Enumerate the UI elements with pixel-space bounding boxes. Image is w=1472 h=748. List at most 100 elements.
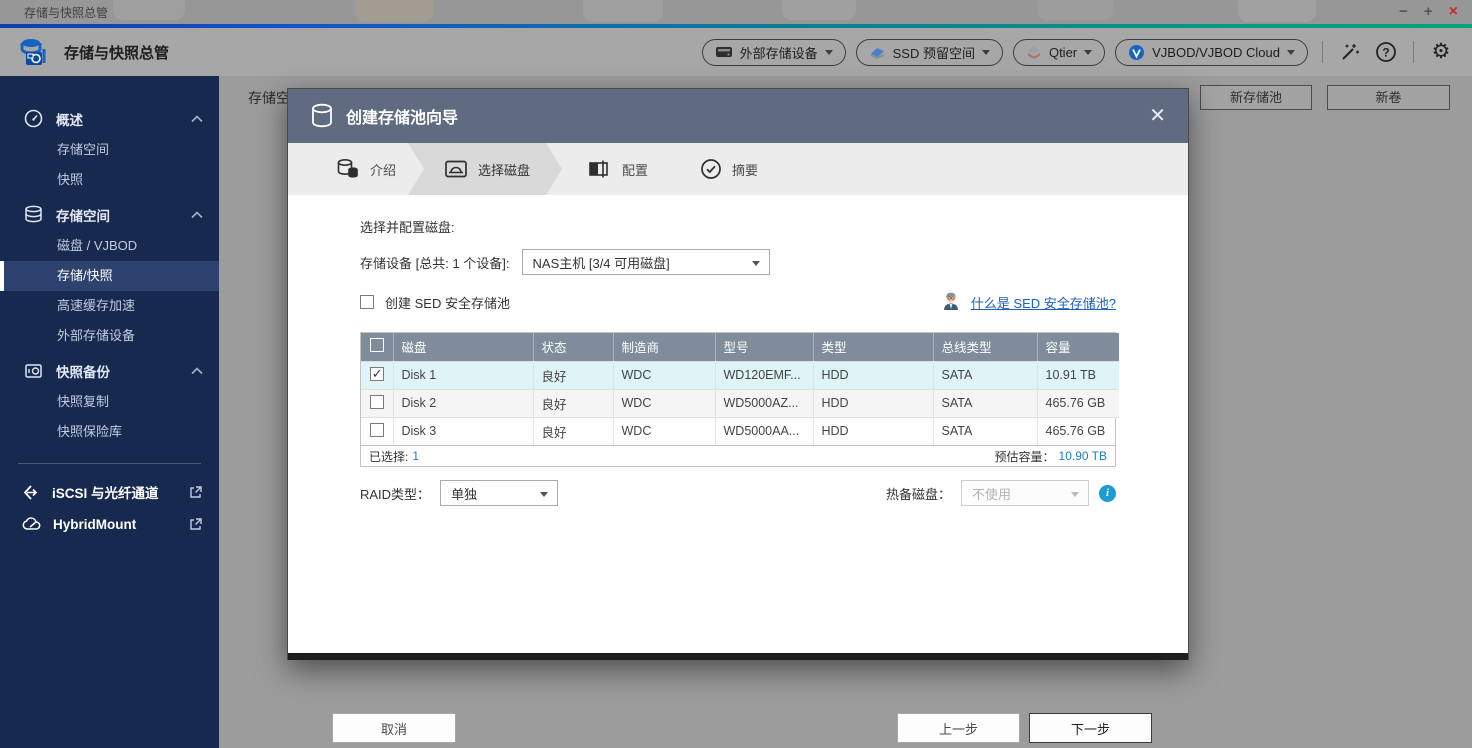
column-header-disk[interactable]: 磁盘	[393, 333, 533, 361]
cell-capacity: 465.76 GB	[1037, 389, 1119, 417]
help-icon[interactable]: ?	[1373, 39, 1399, 65]
sidebar: 概述 存储空间 快照 存储空间 磁盘 / VJBOD 存储/快照 高速缓存加速 …	[0, 76, 219, 748]
external-storage-devices-button[interactable]: 外部存储设备	[702, 39, 846, 66]
column-header-model[interactable]: 型号	[715, 333, 813, 361]
column-header-status[interactable]: 状态	[533, 333, 613, 361]
desktop-icon-ghost	[782, 0, 856, 20]
sidebar-item-snapshot-replica[interactable]: 快照复制	[0, 387, 219, 417]
table-footer: 已选择: 1 预估容量： 10.90 TB	[361, 445, 1115, 466]
button-label: 外部存储设备	[740, 43, 818, 62]
dialog-close-icon[interactable]: ✕	[1149, 106, 1166, 126]
raid-type-select[interactable]: 单独	[440, 480, 558, 506]
sidebar-group-storage[interactable]: 存储空间	[0, 198, 219, 231]
cell-manufacturer: WDC	[613, 417, 715, 445]
button-label: Qtier	[1049, 45, 1077, 60]
table-header-row: 磁盘 状态 制造商 型号 类型 总线类型 容量	[361, 333, 1119, 361]
info-icon[interactable]: i	[1099, 485, 1116, 502]
new-volume-button[interactable]: 新卷	[1327, 85, 1450, 110]
sidebar-item-snapshot[interactable]: 快照	[0, 165, 219, 195]
cell-type: HDD	[813, 417, 933, 445]
maximize-button[interactable]: +	[1424, 2, 1433, 22]
column-header-bus-type[interactable]: 总线类型	[933, 333, 1037, 361]
next-button[interactable]: 下一步	[1029, 713, 1152, 743]
estimated-capacity-value: 10.90 TB	[1059, 449, 1107, 463]
gear-glyph: ⚙	[1432, 39, 1451, 65]
ssd-profiling-button[interactable]: SSD 预留空间	[856, 39, 1003, 66]
cell-type: HDD	[813, 389, 933, 417]
new-storage-pool-button[interactable]: 新存储池	[1200, 85, 1312, 110]
column-header-type[interactable]: 类型	[813, 333, 933, 361]
sidebar-item-storage-snapshots[interactable]: 存储/快照	[0, 261, 219, 291]
sidebar-item-external-storage[interactable]: 外部存储设备	[0, 321, 219, 351]
table-row[interactable]: Disk 3 良好 WDC WD5000AA... HDD SATA 465.7…	[361, 417, 1119, 445]
gear-icon[interactable]: ⚙	[1428, 39, 1454, 65]
sidebar-item-storage-space[interactable]: 存储空间	[0, 135, 219, 165]
table-row[interactable]: Disk 2 良好 WDC WD5000AZ... HDD SATA 465.7…	[361, 389, 1119, 417]
cell-model: WD120EMF...	[715, 361, 813, 389]
sidebar-link-label: iSCSI 与光纤通道	[52, 482, 159, 502]
sidebar-group-label: 存储空间	[56, 205, 110, 225]
chevron-down-icon	[825, 50, 833, 55]
step-configure: 配置	[562, 143, 674, 195]
window-title: 存储与快照总管	[24, 4, 108, 21]
storage-device-label: 存储设备 [总共: 1 个设备]:	[360, 253, 510, 272]
sed-checkbox[interactable]	[360, 295, 374, 309]
cell-manufacturer: WDC	[613, 361, 715, 389]
selected-count-value: 1	[412, 449, 419, 463]
disk-icon	[444, 159, 468, 179]
row-checkbox[interactable]	[370, 423, 384, 437]
column-header-capacity[interactable]: 容量	[1037, 333, 1119, 361]
storage-device-select[interactable]: NAS主机 [3/4 可用磁盘]	[522, 249, 770, 275]
cancel-button[interactable]: 取消	[332, 713, 456, 743]
sidebar-group-snapshot-backup[interactable]: 快照备份	[0, 354, 219, 387]
screen: 存储与快照总管 − + × 存储与快照总管 外部存储设备	[0, 0, 1472, 748]
sidebar-item-cache-acceleration[interactable]: 高速缓存加速	[0, 291, 219, 321]
sed-help-link[interactable]: 什么是 SED 安全存储池?	[971, 293, 1116, 312]
select-all-checkbox[interactable]	[370, 338, 384, 352]
sidebar-link-iscsi[interactable]: iSCSI 与光纤通道	[0, 476, 219, 508]
storage-pool-icon	[310, 103, 334, 129]
step-label: 选择磁盘	[478, 160, 530, 179]
vjbod-button[interactable]: VJBOD/VJBOD Cloud	[1115, 39, 1308, 66]
section-label: 选择并配置磁盘:	[360, 195, 1116, 236]
sidebar-link-hybridmount[interactable]: HybridMount	[0, 508, 219, 540]
column-header-manufacturer[interactable]: 制造商	[613, 333, 715, 361]
sidebar-group-label: 快照备份	[56, 361, 110, 381]
cell-status: 良好	[533, 417, 613, 445]
chevron-down-icon	[1287, 50, 1295, 55]
window-close-button[interactable]: ×	[1449, 2, 1458, 22]
hot-spare-label: 热备磁盘：	[886, 484, 951, 503]
cell-disk: Disk 2	[393, 389, 533, 417]
previous-button[interactable]: 上一步	[897, 713, 1020, 743]
step-label: 介绍	[370, 160, 396, 179]
chevron-down-icon	[1071, 492, 1079, 497]
row-checkbox[interactable]	[370, 367, 384, 381]
cell-model: WD5000AA...	[715, 417, 813, 445]
app-header: 存储与快照总管 外部存储设备 SSD 预留空间	[0, 28, 1472, 76]
row-checkbox[interactable]	[370, 395, 384, 409]
gauge-icon	[24, 109, 43, 128]
magic-wand-icon[interactable]	[1337, 39, 1363, 65]
desktop-icon-ghost	[583, 0, 663, 22]
cell-bus-type: SATA	[933, 389, 1037, 417]
hot-spare-select: 不使用	[961, 480, 1089, 506]
cell-bus-type: SATA	[933, 361, 1037, 389]
chevron-down-icon	[982, 50, 990, 55]
cell-disk: Disk 1	[393, 361, 533, 389]
qtier-icon	[1026, 45, 1042, 60]
dialog-header: 创建存储池向导 ✕	[288, 89, 1188, 143]
check-circle-icon	[700, 158, 722, 180]
sidebar-item-disks-vjbod[interactable]: 磁盘 / VJBOD	[0, 231, 219, 261]
selected-device: NAS主机 [3/4 可用磁盘]	[533, 253, 670, 272]
table-row[interactable]: Disk 1 良好 WDC WD120EMF... HDD SATA 10.91…	[361, 361, 1119, 389]
sidebar-group-overview[interactable]: 概述	[0, 102, 219, 135]
app-title: 存储与快照总管	[64, 42, 169, 63]
qtier-button[interactable]: Qtier	[1013, 39, 1105, 66]
button-label: SSD 预留空间	[893, 43, 975, 62]
minimize-button[interactable]: −	[1399, 2, 1408, 22]
storage-stack-icon	[24, 205, 43, 224]
iscsi-icon	[22, 483, 41, 502]
selected-hot-spare: 不使用	[972, 484, 1011, 503]
sidebar-item-snapshot-vault[interactable]: 快照保险库	[0, 417, 219, 447]
external-link-icon	[189, 485, 203, 499]
